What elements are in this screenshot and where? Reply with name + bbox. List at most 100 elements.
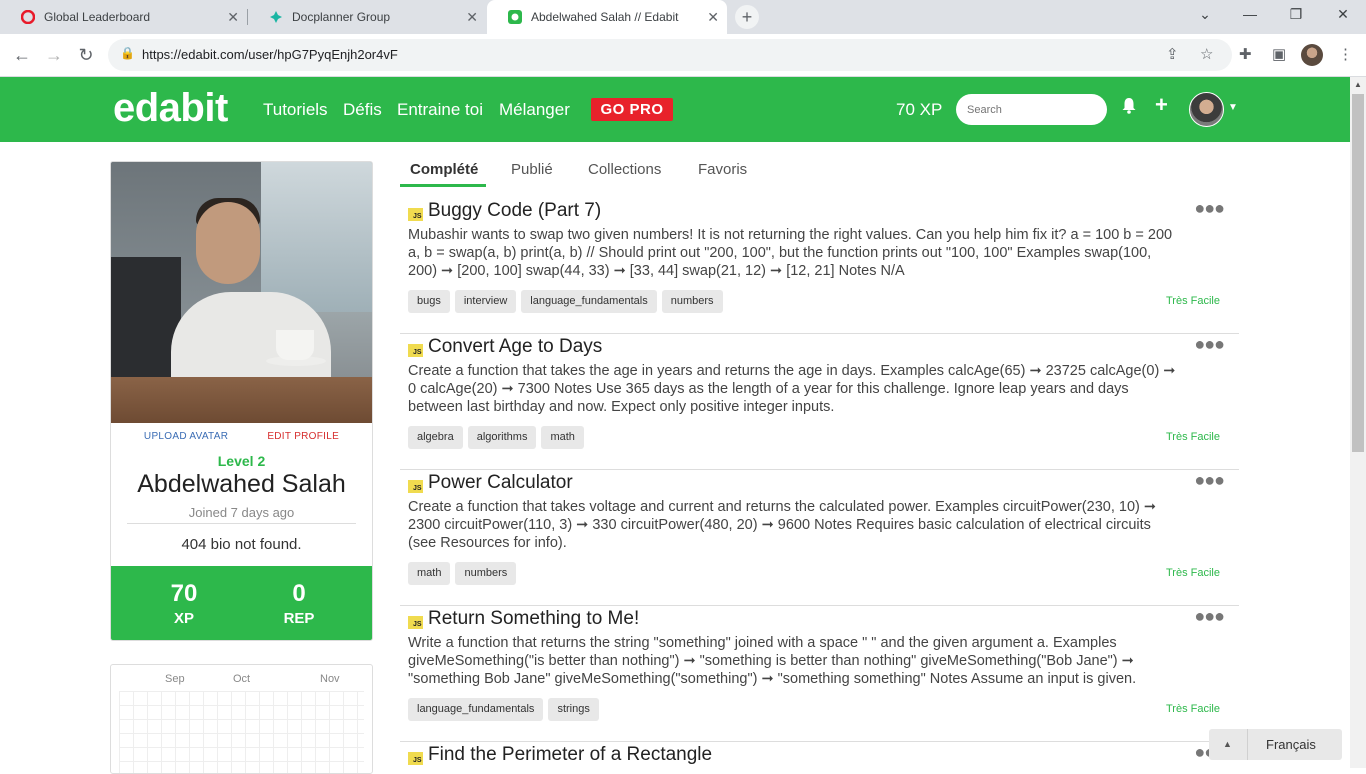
language-label: Français (1266, 737, 1316, 752)
tag-list: language_fundamentals strings (408, 698, 599, 721)
scrollbar-thumb[interactable] (1352, 94, 1364, 452)
rep-label: REP (283, 610, 315, 627)
minimize-icon[interactable]: — (1240, 6, 1260, 22)
tag[interactable]: numbers (661, 290, 723, 313)
activity-calendar: Sep Oct Nov (110, 664, 373, 774)
address-bar[interactable]: 🔒 https://edabit.com/user/hpG7PyqEnjh2or… (108, 39, 1232, 71)
go-pro-button[interactable]: GO PRO (591, 98, 673, 121)
challenge-title[interactable]: Convert Age to Days (428, 336, 602, 358)
tab-favorites[interactable]: Favoris (698, 161, 747, 178)
plus-icon[interactable]: + (1155, 92, 1168, 118)
site-header: edabit Tutoriels Défis Entraine toi Méla… (0, 77, 1350, 142)
challenge-description: Mubashir wants to swap two given numbers… (408, 227, 1173, 279)
edabit-logo[interactable]: edabit (113, 86, 228, 131)
url-text: https://edabit.com/user/hpG7PyqEnjh2or4v… (142, 47, 398, 62)
tab-title: Abdelwahed Salah // Edabit (531, 10, 679, 24)
share-icon[interactable]: ⇪ (1166, 45, 1179, 63)
page-scrollbar[interactable]: ▲ (1350, 77, 1366, 768)
nav-practice[interactable]: Entraine toi (397, 100, 483, 120)
new-tab-button[interactable]: + (735, 5, 759, 29)
xp-value: 70 (170, 580, 198, 607)
edit-profile-link[interactable]: EDIT PROFILE (267, 431, 339, 442)
search-input[interactable] (956, 94, 1107, 125)
difficulty-label: Très Facile (1166, 567, 1220, 579)
browser-tab-docplanner[interactable]: Docplanner Group ✕ (248, 0, 486, 34)
close-tab-icon[interactable]: ✕ (707, 9, 719, 26)
tab-published[interactable]: Publié (511, 161, 553, 178)
upload-avatar-link[interactable]: UPLOAD AVATAR (144, 431, 228, 442)
tag[interactable]: language_fundamentals (521, 290, 657, 313)
side-panel-icon[interactable]: ▣ (1272, 45, 1286, 63)
challenge-item[interactable]: JS Power Calculator ●●● Create a functio… (400, 470, 1239, 606)
tab-search-icon[interactable]: ⌄ (1195, 6, 1215, 23)
tag[interactable]: algorithms (467, 426, 537, 449)
challenge-item[interactable]: JS Convert Age to Days ●●● Create a func… (400, 334, 1239, 470)
language-selector[interactable]: ▲ Français (1209, 729, 1342, 760)
profile-actions: UPLOAD AVATAR EDIT PROFILE (111, 431, 372, 442)
tab-collections[interactable]: Collections (588, 161, 661, 178)
rep-stat: 0 REP (244, 580, 354, 627)
challenge-item[interactable]: JS Return Something to Me! ●●● Write a f… (400, 606, 1239, 742)
calendar-grid (119, 691, 364, 773)
close-window-icon[interactable]: ✕ (1333, 6, 1353, 23)
user-avatar[interactable] (1189, 92, 1224, 127)
calendar-month: Sep (165, 673, 185, 685)
xp-stat: 70 XP (129, 580, 239, 627)
back-icon[interactable]: ← (11, 44, 33, 66)
nav-shuffle[interactable]: Mélanger (499, 100, 570, 120)
tag[interactable]: bugs (408, 290, 450, 313)
docplanner-icon (268, 9, 284, 25)
more-options-icon[interactable]: ●●● (1194, 198, 1225, 219)
browser-tab-strip: Global Leaderboard ✕ Docplanner Group ✕ … (0, 0, 1366, 34)
bookmark-star-icon[interactable]: ☆ (1200, 45, 1213, 63)
profile-joined: Joined 7 days ago (188, 505, 295, 520)
tag[interactable]: numbers (455, 562, 517, 585)
difficulty-label: Très Facile (1166, 295, 1220, 307)
chevron-down-icon[interactable]: ▼ (1228, 102, 1238, 113)
profile-bio: 404 bio not found. (181, 536, 302, 553)
challenge-item[interactable]: JS Buggy Code (Part 7) ●●● Mubashir want… (400, 198, 1239, 334)
challenge-description: Write a function that returns the string… (408, 635, 1137, 687)
browser-tab-leaderboard[interactable]: Global Leaderboard ✕ (0, 0, 247, 34)
restore-icon[interactable]: ❐ (1286, 6, 1306, 23)
profile-stats: 70 XP 0 REP (111, 566, 372, 640)
js-icon: JS (408, 344, 423, 357)
browser-profile-avatar[interactable] (1301, 44, 1323, 66)
challenge-title[interactable]: Find the Perimeter of a Rectangle (428, 744, 712, 766)
more-options-icon[interactable]: ●●● (1194, 606, 1225, 627)
rep-value: 0 (292, 580, 306, 607)
profile-card: UPLOAD AVATAR EDIT PROFILE Level 2 Abdel… (110, 161, 373, 641)
tag[interactable]: interview (454, 290, 517, 313)
difficulty-label: Très Facile (1166, 431, 1220, 443)
xp-counter: 70 XP (896, 100, 943, 119)
more-options-icon[interactable]: ●●● (1194, 470, 1225, 491)
tag[interactable]: strings (548, 698, 599, 721)
tab-completed[interactable]: Complété (410, 161, 478, 178)
calendar-month: Oct (233, 673, 251, 685)
tag[interactable]: math (408, 562, 451, 585)
forward-icon[interactable]: → (43, 44, 65, 66)
close-tab-icon[interactable]: ✕ (227, 9, 239, 26)
opera-icon (20, 9, 36, 25)
active-tab-indicator (400, 184, 486, 187)
tag[interactable]: math (541, 426, 584, 449)
tag-list: math numbers (408, 562, 517, 585)
tag[interactable]: algebra (408, 426, 463, 449)
reload-icon[interactable]: ↻ (75, 44, 97, 66)
browser-tab-edabit[interactable]: Abdelwahed Salah // Edabit ✕ (487, 0, 727, 34)
challenge-title[interactable]: Buggy Code (Part 7) (428, 200, 601, 222)
nav-tutorials[interactable]: Tutoriels (263, 100, 328, 120)
close-tab-icon[interactable]: ✕ (466, 9, 478, 26)
challenge-item[interactable]: JS Find the Perimeter of a Rectangle ●●● (400, 742, 1239, 768)
bell-icon[interactable] (1121, 97, 1137, 119)
challenge-title[interactable]: Return Something to Me! (428, 608, 639, 630)
more-options-icon[interactable]: ●●● (1194, 334, 1225, 355)
scroll-up-icon[interactable]: ▲ (1354, 80, 1362, 89)
nav-challenges[interactable]: Défis (343, 100, 382, 120)
profile-name: Abdelwahed Salah (137, 470, 346, 498)
challenge-title[interactable]: Power Calculator (428, 472, 573, 494)
extensions-icon[interactable]: ✚ (1239, 45, 1252, 63)
js-icon: JS (408, 616, 423, 629)
menu-kebab-icon[interactable]: ⋮ (1338, 45, 1353, 63)
tag[interactable]: language_fundamentals (408, 698, 544, 721)
